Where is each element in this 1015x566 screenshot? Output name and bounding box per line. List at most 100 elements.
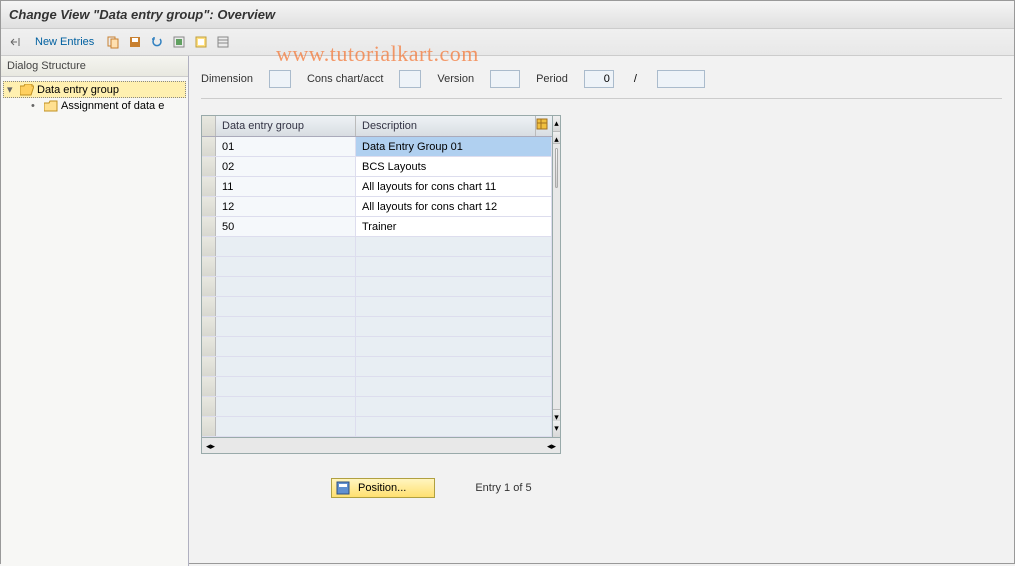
row-selector[interactable] (202, 297, 216, 316)
select-all-icon[interactable] (170, 33, 188, 51)
hscroll-right-icon[interactable]: ▸ (211, 441, 216, 451)
scroll-down-icon[interactable]: ▾ (553, 409, 560, 421)
period-slash: / (634, 73, 637, 85)
hscroll-right2-icon[interactable]: ▸ (551, 441, 556, 451)
cell-desc[interactable]: All layouts for cons chart 11 (356, 177, 552, 196)
table-row-empty[interactable] (202, 417, 552, 437)
row-selector[interactable] (202, 197, 216, 216)
table-settings-icon[interactable] (536, 116, 552, 136)
scroll-thumb[interactable] (555, 148, 558, 188)
cell-empty[interactable] (356, 377, 552, 396)
period-field-2[interactable] (657, 70, 705, 88)
table-row[interactable]: 01 Data Entry Group 01 (202, 137, 552, 157)
position-button[interactable]: Position... (331, 478, 435, 498)
table-area: Data entry group Description 01 Data Ent… (201, 115, 561, 438)
table-row[interactable]: 50 Trainer (202, 217, 552, 237)
table-row-empty[interactable] (202, 377, 552, 397)
entry-count-text: Entry 1 of 5 (475, 482, 531, 494)
tree: ▾ Data entry group • Assignment of data … (1, 77, 188, 118)
row-header-corner[interactable] (202, 116, 216, 136)
row-selector[interactable] (202, 417, 216, 436)
data-grid: Data entry group Description 01 Data Ent… (201, 115, 553, 438)
row-selector[interactable] (202, 397, 216, 416)
cell-code[interactable]: 11 (216, 177, 356, 196)
row-selector[interactable] (202, 257, 216, 276)
col-header-desc[interactable]: Description (356, 116, 536, 136)
tree-node-data-entry-group[interactable]: ▾ Data entry group (3, 81, 186, 98)
dimension-field[interactable] (269, 70, 291, 88)
vertical-scrollbar[interactable]: ▴ ▴ ▾ ▾ (553, 115, 561, 438)
table-row-empty[interactable] (202, 257, 552, 277)
col-header-group[interactable]: Data entry group (216, 116, 356, 136)
titlebar: Change View "Data entry group": Overview (1, 1, 1014, 29)
copy-icon[interactable] (104, 33, 122, 51)
row-selector[interactable] (202, 237, 216, 256)
scroll-up-icon[interactable]: ▴ (553, 132, 560, 144)
row-selector[interactable] (202, 137, 216, 156)
deselect-icon[interactable] (192, 33, 210, 51)
cell-empty[interactable] (356, 277, 552, 296)
table-row-empty[interactable] (202, 297, 552, 317)
row-selector[interactable] (202, 317, 216, 336)
filter-row: Dimension Cons chart/acct Version Period… (201, 66, 1002, 99)
cell-code[interactable]: 01 (216, 137, 356, 156)
row-selector[interactable] (202, 217, 216, 236)
row-selector[interactable] (202, 377, 216, 396)
grid-body: 01 Data Entry Group 01 02 BCS Layouts 11… (202, 137, 552, 437)
table-row-empty[interactable] (202, 397, 552, 417)
cell-empty[interactable] (356, 337, 552, 356)
cell-empty[interactable] (216, 317, 356, 336)
save-icon[interactable] (126, 33, 144, 51)
row-selector[interactable] (202, 157, 216, 176)
cell-desc[interactable]: BCS Layouts (356, 157, 552, 176)
cell-code[interactable]: 50 (216, 217, 356, 236)
cell-empty[interactable] (216, 337, 356, 356)
cell-empty[interactable] (216, 237, 356, 256)
horizontal-scrollbar[interactable]: ◂▸ ◂▸ (201, 438, 561, 454)
row-selector[interactable] (202, 177, 216, 196)
table-row-empty[interactable] (202, 337, 552, 357)
config-icon[interactable] (214, 33, 232, 51)
cell-desc[interactable]: Data Entry Group 01 (356, 137, 552, 156)
undo-icon[interactable] (148, 33, 166, 51)
row-selector[interactable] (202, 357, 216, 376)
toggle-icon[interactable] (7, 33, 25, 51)
table-row-empty[interactable] (202, 277, 552, 297)
cell-empty[interactable] (356, 317, 552, 336)
new-entries-button[interactable]: New Entries (29, 34, 100, 50)
version-field[interactable] (490, 70, 520, 88)
cell-empty[interactable] (216, 357, 356, 376)
cell-code[interactable]: 02 (216, 157, 356, 176)
table-row[interactable]: 11 All layouts for cons chart 11 (202, 177, 552, 197)
scroll-bottom-icon[interactable]: ▾ (553, 421, 560, 437)
table-row-empty[interactable] (202, 237, 552, 257)
cell-empty[interactable] (356, 257, 552, 276)
table-row[interactable]: 12 All layouts for cons chart 12 (202, 197, 552, 217)
cell-desc[interactable]: Trainer (356, 217, 552, 236)
table-row-empty[interactable] (202, 317, 552, 337)
table-row[interactable]: 02 BCS Layouts (202, 157, 552, 177)
cell-empty[interactable] (356, 297, 552, 316)
cell-empty[interactable] (216, 277, 356, 296)
cell-empty[interactable] (356, 237, 552, 256)
cell-empty[interactable] (356, 357, 552, 376)
cell-empty[interactable] (216, 377, 356, 396)
cell-desc[interactable]: All layouts for cons chart 12 (356, 197, 552, 216)
table-row-empty[interactable] (202, 357, 552, 377)
scroll-top-icon[interactable]: ▴ (553, 116, 560, 132)
cell-empty[interactable] (356, 417, 552, 436)
cons-field[interactable] (399, 70, 421, 88)
cell-code[interactable]: 12 (216, 197, 356, 216)
row-selector[interactable] (202, 277, 216, 296)
cell-empty[interactable] (356, 397, 552, 416)
cell-empty[interactable] (216, 397, 356, 416)
cell-empty[interactable] (216, 417, 356, 436)
tree-node-assignment[interactable]: • Assignment of data e (3, 98, 186, 114)
cell-empty[interactable] (216, 257, 356, 276)
folder-icon (44, 100, 58, 112)
cell-empty[interactable] (216, 297, 356, 316)
collapse-icon[interactable]: ▾ (7, 83, 17, 96)
row-selector[interactable] (202, 337, 216, 356)
period-field[interactable]: 0 (584, 70, 614, 88)
footer-row: Position... Entry 1 of 5 (201, 478, 1002, 498)
